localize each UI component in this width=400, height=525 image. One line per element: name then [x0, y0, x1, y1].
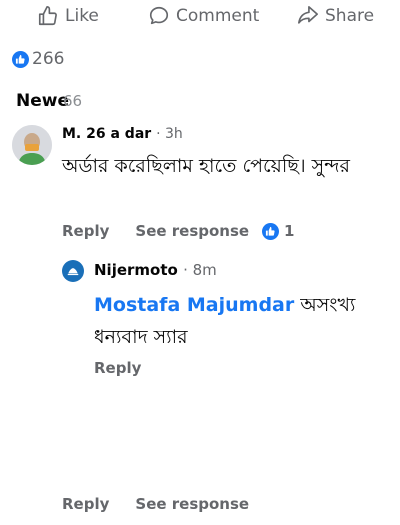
reply-button[interactable]: Reply: [62, 222, 109, 240]
page-logo-icon: [67, 268, 79, 276]
sort-ghost-text: 66: [63, 92, 83, 110]
share-arrow-icon: [298, 6, 318, 24]
share-label: Share: [325, 6, 375, 26]
like-button[interactable]: Like: [37, 4, 99, 28]
post-action-bar: Like Comment Share: [0, 4, 400, 28]
mention-link[interactable]: Mostafa Majumdar: [94, 294, 294, 316]
reply-button[interactable]: Reply: [62, 495, 109, 513]
comment-body: অর্ডার করেছিলাম হাতে পেয়েছি। সুন্দর: [62, 155, 350, 177]
bottom-comment-actions: Reply See response: [62, 495, 275, 513]
reply-button[interactable]: Reply: [94, 359, 141, 377]
comment-author[interactable]: M. 26 a dar · 3h: [62, 126, 183, 142]
sort-label: Newe: [16, 91, 69, 111]
reactions-summary[interactable]: 266: [12, 49, 64, 69]
see-response-button[interactable]: See response: [135, 495, 249, 513]
comment-actions: Reply See response: [62, 222, 275, 240]
like-label: Like: [65, 6, 99, 26]
reply-author[interactable]: Nijermoto · 8m: [94, 261, 217, 279]
avatar[interactable]: [12, 125, 52, 165]
comment-label: Comment: [176, 6, 260, 26]
reaction-count: 266: [32, 49, 65, 69]
reply-body: Mostafa Majumdar অসংখ্য ধন্যবাদ স্যার: [94, 289, 394, 353]
like-icon: [12, 50, 29, 68]
share-button[interactable]: Share: [297, 4, 374, 28]
reply-time: · 8m: [183, 261, 217, 279]
thumbs-up-icon: [38, 6, 57, 26]
comment-sort-selector[interactable]: Newe66: [16, 91, 82, 111]
comment-bubble-icon: [149, 6, 169, 25]
see-response-button[interactable]: See response: [135, 222, 249, 240]
avatar[interactable]: [62, 260, 84, 282]
reply-author-name: Nijermoto: [94, 261, 178, 279]
comment-like-count[interactable]: 1: [262, 222, 294, 240]
like-icon: [262, 222, 279, 240]
comment-time: · 3h: [156, 126, 183, 142]
comment-like-count-value: 1: [284, 222, 295, 240]
comment-author-name: M. 26 a dar: [62, 126, 152, 142]
comment-button[interactable]: Comment: [148, 4, 259, 28]
